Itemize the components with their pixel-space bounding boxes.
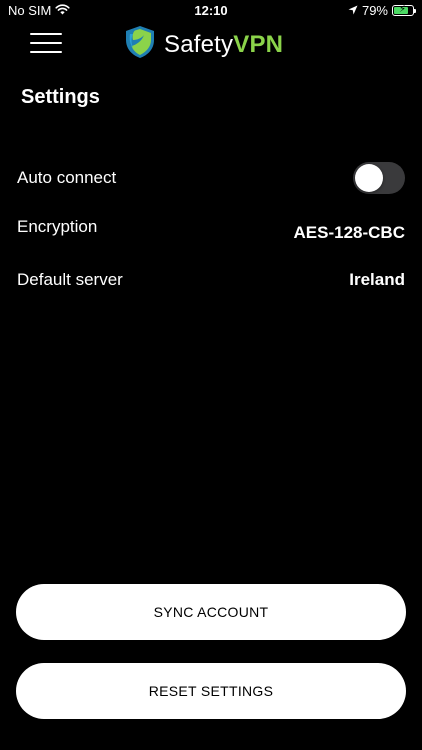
toggle-knob xyxy=(355,164,383,192)
setting-row-auto-connect: Auto connect xyxy=(17,161,405,195)
logo-text-safety: Safety xyxy=(164,30,234,58)
sync-account-button[interactable]: SYNC ACCOUNT xyxy=(16,584,406,640)
app-header: SafetyVPN xyxy=(0,22,422,64)
encryption-label: Encryption xyxy=(17,217,98,236)
battery-icon: ⚡ xyxy=(392,4,416,16)
auto-connect-label: Auto connect xyxy=(17,168,117,187)
battery-percent: 79% xyxy=(361,3,388,18)
app-logo: SafetyVPN xyxy=(124,25,283,64)
default-server-value: Ireland xyxy=(349,270,405,289)
auto-connect-toggle[interactable] xyxy=(353,162,405,194)
page-title: Settings xyxy=(21,86,100,108)
charging-bolt-icon: ⚡ xyxy=(399,4,407,15)
status-bar: No SIM 12:10 79% ⚡ xyxy=(0,0,422,22)
shield-logo-icon xyxy=(124,25,156,64)
status-right: 79% ⚡ xyxy=(348,3,416,18)
hamburger-menu-icon[interactable] xyxy=(30,33,62,53)
encryption-value: AES-128-CBC xyxy=(293,223,405,242)
logo-text-vpn: VPN xyxy=(233,30,284,58)
location-arrow-icon xyxy=(348,3,358,18)
default-server-label: Default server xyxy=(17,270,123,289)
setting-row-default-server[interactable]: Default server Ireland xyxy=(17,263,405,297)
reset-settings-button[interactable]: RESET SETTINGS xyxy=(16,663,406,719)
logo-text: SafetyVPN xyxy=(164,31,283,59)
setting-row-encryption[interactable]: Encryption AES-128-CBC xyxy=(17,210,405,244)
